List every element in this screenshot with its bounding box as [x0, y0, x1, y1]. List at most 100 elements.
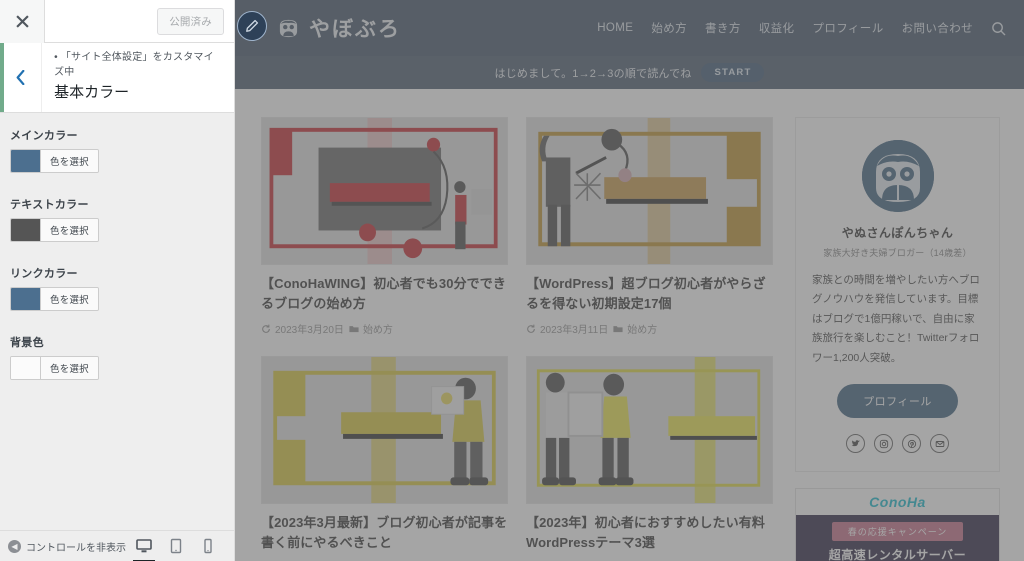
notice-bar: はじめまして。1→2→3の順で読んでね START [235, 56, 1024, 89]
select-color-button[interactable]: 色を選択 [41, 288, 98, 310]
site-title: やぼぶろ [309, 18, 401, 41]
folder-icon [349, 325, 359, 332]
ad-logo-area: ConoHa [796, 489, 999, 516]
control-link-color: リンクカラー 色を選択 [10, 265, 224, 315]
nav-item-home[interactable]: HOME [597, 22, 633, 34]
twitter-icon [851, 439, 860, 446]
control-text-color: テキストカラー 色を選択 [10, 196, 224, 246]
customizer-sidebar: 公開済み •「サイト全体設定」をカスタマイズ中 基本カラー メインカラー 色を [0, 0, 235, 561]
select-color-button[interactable]: 色を選択 [41, 219, 98, 241]
hide-controls-button[interactable]: ◀ コントロールを非表示 [8, 539, 126, 554]
color-picker-link[interactable]: 色を選択 [10, 287, 99, 311]
conoha-logo: ConoHa [869, 494, 926, 511]
pencil-icon [246, 19, 259, 32]
post-category: 始め方 [627, 325, 658, 336]
customizer-controls: メインカラー 色を選択 テキストカラー 色を選択 リンクカラー 色を選択 背景色… [0, 113, 234, 530]
desktop-icon [136, 539, 152, 553]
color-picker-text[interactable]: 色を選択 [10, 218, 99, 242]
device-mobile-button[interactable] [200, 538, 216, 554]
device-preview-switcher [133, 538, 226, 561]
ad-campaign-badge: 春の応援キャンペーン [831, 522, 964, 542]
select-color-button[interactable]: 色を選択 [41, 150, 98, 172]
color-picker-background[interactable]: 色を選択 [10, 356, 99, 380]
post-card[interactable]: 【ConoHaWING】初心者でも30分でできるブログの始め方 2023年3月2… [261, 117, 508, 336]
ad-body: 春の応援キャンペーン 超高速レンタルサーバー ConoHa WING [796, 515, 999, 561]
post-title[interactable]: 【2023年3月最新】ブログ初心者が記事を書く前にやるべきこと [261, 513, 508, 552]
select-color-button[interactable]: 色を選択 [41, 357, 98, 379]
post-card[interactable]: 【2023年】初心者におすすめしたい有料WordPressテーマ3選 2023年… [526, 356, 773, 561]
publish-button[interactable]: 公開済み [157, 7, 224, 35]
profile-name: やぬさんぽんちゃん [841, 226, 954, 240]
post-title[interactable]: 【WordPress】超ブログ初心者がやらざるを得ない初期設定17個 [526, 274, 773, 313]
close-customizer-button[interactable] [0, 0, 45, 43]
control-label: 背景色 [10, 337, 44, 349]
control-label: リンクカラー [10, 268, 78, 280]
color-swatch [11, 288, 41, 310]
post-title[interactable]: 【2023年】初心者におすすめしたい有料WordPressテーマ3選 [526, 513, 773, 552]
close-icon [15, 14, 29, 28]
post-thumbnail [261, 117, 508, 265]
post-thumbnail [526, 356, 773, 504]
post-title[interactable]: 【ConoHaWING】初心者でも30分でできるブログの始め方 [261, 274, 508, 313]
edit-shortcut-button[interactable] [237, 11, 267, 41]
post-card[interactable]: 【2023年3月最新】ブログ初心者が記事を書く前にやるべきこと 2023年3月1… [261, 356, 508, 561]
control-main-color: メインカラー 色を選択 [10, 127, 224, 177]
post-category: 始め方 [362, 325, 393, 336]
post-card[interactable]: 【WordPress】超ブログ初心者がやらざるを得ない初期設定17個 2023年… [526, 117, 773, 336]
nav-item-writing[interactable]: 書き方 [705, 20, 741, 36]
nav-item-monetize[interactable]: 収益化 [759, 20, 795, 36]
customizer-topbar: 公開済み [0, 0, 234, 43]
start-button[interactable]: START [701, 63, 765, 82]
post-date: 2023年3月11日 [540, 325, 609, 336]
page-title: 基本カラー [54, 84, 130, 101]
collapse-icon: ◀ [8, 539, 21, 553]
device-desktop-button[interactable] [133, 538, 155, 561]
device-tablet-button[interactable] [168, 538, 184, 554]
post-meta: 2023年3月11日 始め方 [526, 321, 773, 336]
update-icon [262, 324, 270, 333]
profile-widget: やぬさんぽんちゃん 家族大好き夫婦ブロガー（14歳差） 家族との時間を増やしたい… [795, 117, 1000, 473]
post-grid: 【ConoHaWING】初心者でも30分でできるブログの始め方 2023年3月2… [261, 117, 773, 561]
twitter-link[interactable] [846, 434, 865, 454]
control-label: テキストカラー [10, 199, 89, 211]
pinterest-link[interactable] [902, 434, 921, 454]
customizer-footer: ◀ コントロールを非表示 [0, 530, 234, 561]
color-swatch [11, 150, 41, 172]
post-date: 2023年3月20日 [275, 325, 344, 336]
instagram-link[interactable] [874, 434, 893, 454]
profile-description: 家族との時間を増やしたい方へブログノウハウを発信しています。目標はブログで1億円… [812, 274, 980, 364]
back-button[interactable] [0, 43, 43, 112]
owl-logo-icon [277, 18, 300, 39]
post-meta: 2023年3月20日 始め方 [261, 321, 508, 336]
nav-item-profile[interactable]: プロフィール [812, 20, 883, 36]
post-category-group[interactable]: 始め方 [349, 321, 393, 336]
mail-icon [935, 440, 944, 447]
search-button[interactable] [991, 21, 1006, 36]
update-icon [527, 324, 535, 333]
site-logo[interactable]: やぼぶろ [277, 13, 401, 43]
social-links [812, 434, 983, 454]
post-date-group: 2023年3月11日 [526, 321, 608, 336]
mail-link[interactable] [930, 434, 949, 454]
search-icon [992, 21, 1006, 35]
post-thumbnail [261, 356, 508, 504]
nav-item-contact[interactable]: お問い合わせ [902, 20, 973, 36]
mobile-icon [204, 538, 212, 554]
breadcrumb-label: 「サイト全体設定」をカスタマイズ中 [54, 52, 214, 78]
hide-controls-label: コントロールを非表示 [26, 542, 126, 554]
site-sidebar: やぬさんぽんちゃん 家族大好き夫婦ブロガー（14歳差） 家族との時間を増やしたい… [795, 117, 1000, 561]
profile-button[interactable]: プロフィール [837, 384, 958, 419]
breadcrumb-bullet: • [54, 52, 58, 63]
site-content: 【ConoHaWING】初心者でも30分でできるブログの始め方 2023年3月2… [235, 89, 1024, 561]
control-label: メインカラー [10, 130, 78, 142]
notice-text: はじめまして。1→2→3の順で読んでね [494, 67, 692, 80]
nav-item-getting-started[interactable]: 始め方 [651, 20, 687, 36]
avatar [861, 140, 934, 212]
post-date-group: 2023年3月20日 [261, 321, 344, 336]
post-thumbnail [526, 117, 773, 265]
post-category-group[interactable]: 始め方 [613, 321, 657, 336]
color-picker-main[interactable]: 色を選択 [10, 149, 99, 173]
ad-headline: 超高速レンタルサーバー [828, 548, 967, 561]
instagram-icon [879, 439, 888, 448]
ad-banner[interactable]: ConoHa 春の応援キャンペーン 超高速レンタルサーバー ConoHa WIN… [795, 488, 1000, 561]
